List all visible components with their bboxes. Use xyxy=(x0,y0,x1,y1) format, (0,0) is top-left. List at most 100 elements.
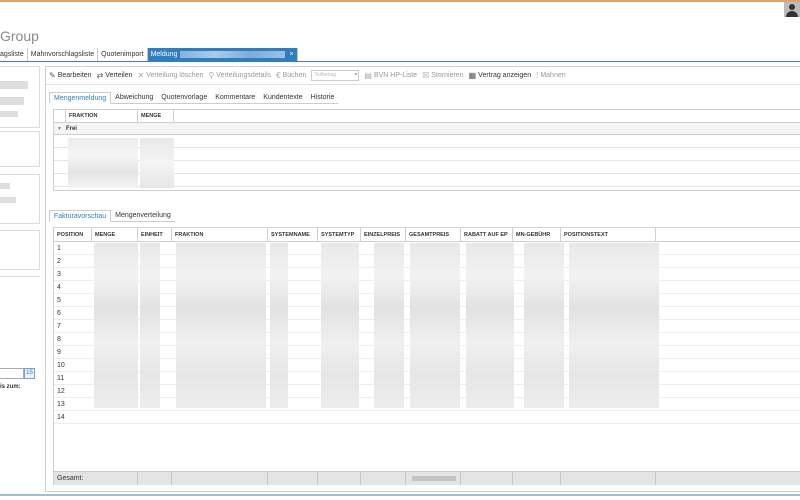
col-einheit[interactable]: EINHEIT xyxy=(138,228,172,242)
distribute-button[interactable]: ⇄ Verteilen xyxy=(97,71,133,80)
group-row-frei[interactable]: ▼ Frei xyxy=(54,123,800,135)
position-cell: 14 xyxy=(57,414,65,421)
col-menge[interactable]: MENGE xyxy=(138,110,174,123)
calendar-icon[interactable]: 15 xyxy=(24,368,35,379)
tab-abweichung[interactable]: Abweichung xyxy=(111,92,157,104)
bottom-tabs: Fakturavorschau Mengenverteilung xyxy=(49,210,175,222)
redacted-values xyxy=(524,243,564,408)
col-mn-gebuehr[interactable]: MN-GEBÜHR xyxy=(513,228,561,242)
position-cell: 13 xyxy=(57,401,65,408)
tab-kundentexte[interactable]: Kundentexte xyxy=(259,92,306,104)
position-cell: 6 xyxy=(57,310,61,317)
doc-tab-meldung-label: Meldung xyxy=(150,51,178,58)
col-fraktion[interactable]: FRAKTION xyxy=(172,228,268,242)
tab-quotenvorlage[interactable]: Quotenvorlage xyxy=(157,92,211,104)
position-cell: 2 xyxy=(57,258,61,265)
doc-tab-agsliste[interactable]: agsliste xyxy=(0,48,28,61)
redacted-values xyxy=(270,243,288,408)
col-systemname[interactable]: SYSTEMNAME xyxy=(268,228,318,242)
totals-row: Gesamt: xyxy=(54,471,800,485)
col-einzelpreis[interactable]: EINZELPREIS xyxy=(361,228,406,242)
position-cell: 4 xyxy=(57,284,61,291)
total-label: Gesamt: xyxy=(54,472,138,485)
date-field[interactable] xyxy=(0,368,24,379)
col-gesamtpreis[interactable]: GESAMTPREIS xyxy=(406,228,461,242)
col-menge[interactable]: MENGE xyxy=(92,228,138,242)
top-accent-line xyxy=(0,0,800,2)
quantity-grid: FRAKTION MENGE ▼ Frei xyxy=(53,109,800,191)
tab-kommentare[interactable]: Kommentare xyxy=(211,92,259,104)
bottom-accent-line xyxy=(0,494,800,496)
collapse-icon[interactable]: ▼ xyxy=(57,126,62,132)
left-info-box-3 xyxy=(0,174,40,224)
position-cell: 11 xyxy=(57,375,65,382)
tab-fakturavorschau[interactable]: Fakturavorschau xyxy=(49,210,112,222)
redacted-text xyxy=(180,51,286,58)
pencil-icon: ✎ xyxy=(49,71,56,80)
tab-mengenmeldung[interactable]: Mengenmeldung xyxy=(49,92,112,104)
edit-button[interactable]: ✎ Bearbeiten xyxy=(49,71,92,80)
position-cell: 3 xyxy=(57,271,61,278)
position-cell: 1 xyxy=(57,245,61,252)
toolbar: ✎ Bearbeiten ⇄ Verteilen ✕ Verteilung lösch… xyxy=(46,67,800,85)
split-icon: ⇄ xyxy=(96,71,104,80)
dunning-button[interactable]: ! Mahnen xyxy=(536,71,566,80)
redacted-values xyxy=(176,243,266,408)
table-row[interactable]: 14 xyxy=(54,411,800,424)
euro-icon: € xyxy=(276,71,281,80)
date-label: is zum: xyxy=(0,384,21,390)
redacted-values xyxy=(140,138,174,188)
doc-tab-quotenimport[interactable]: Quotenimport xyxy=(98,48,148,61)
redacted-values xyxy=(374,243,404,408)
document-tabs: agsliste Mahnvorschlagsliste Quotenimpor… xyxy=(0,48,800,62)
redacted-values xyxy=(569,243,659,408)
redacted-values xyxy=(68,138,138,188)
doc-tab-meldung[interactable]: Meldung × xyxy=(147,48,298,61)
left-info-box-2 xyxy=(0,131,40,167)
invoice-grid-header: POSITION MENGE EINHEIT FRAKTION SYSTEMNA… xyxy=(54,228,800,242)
delete-distribution-button[interactable]: ✕ Verteilung löschen xyxy=(138,71,204,80)
redacted-values xyxy=(140,243,160,408)
quantity-grid-header: FRAKTION MENGE xyxy=(54,110,800,123)
redacted-values xyxy=(410,243,460,408)
document-icon: ▦ xyxy=(468,71,477,80)
col-systemtyp[interactable]: SYSTEMTYP xyxy=(318,228,361,242)
left-panel: 15 is zum: xyxy=(0,66,42,492)
distribution-details-button[interactable]: ⚲ Verteilungsdetails xyxy=(208,71,271,80)
close-icon[interactable]: × xyxy=(289,48,293,61)
search-icon: ⚲ xyxy=(208,71,215,80)
position-cell: 9 xyxy=(57,349,61,356)
amount-select[interactable]: Teilbetrag xyxy=(311,70,360,81)
redacted-values xyxy=(321,243,359,408)
col-positionstext[interactable]: POSITIONSTEXT xyxy=(561,228,656,242)
left-info-box-1 xyxy=(0,66,40,128)
col-position[interactable]: POSITION xyxy=(54,228,92,242)
user-avatar[interactable] xyxy=(784,2,800,17)
cancel-icon: ☒ xyxy=(422,71,430,80)
position-cell: 5 xyxy=(57,297,61,304)
position-cell: 10 xyxy=(57,362,65,369)
bvn-list-button[interactable]: ▤ BVN HP-Liste xyxy=(364,71,417,80)
left-info-box-4 xyxy=(0,230,40,270)
invoice-preview-grid: POSITION MENGE EINHEIT FRAKTION SYSTEMNA… xyxy=(53,227,800,485)
main-panel: ✎ Bearbeiten ⇄ Verteilen ✕ Verteilung lösch… xyxy=(45,66,800,492)
col-rabatt[interactable]: RABATT AUF EP xyxy=(461,228,513,242)
position-cell: 8 xyxy=(57,336,61,343)
list-icon: ▤ xyxy=(364,71,372,80)
redacted-values xyxy=(94,243,138,408)
show-contract-button[interactable]: ▦ Vertrag anzeigen xyxy=(469,71,532,80)
tab-historie[interactable]: Historie xyxy=(307,92,339,104)
delete-icon: ✕ xyxy=(137,71,145,80)
book-button[interactable]: € Buchen xyxy=(276,71,306,80)
cancel-button[interactable]: ☒ Stornieren xyxy=(422,71,463,80)
position-cell: 12 xyxy=(57,388,65,395)
group-label: Frei xyxy=(65,126,77,132)
tab-mengenverteilung[interactable]: Mengenverteilung xyxy=(111,210,175,222)
top-tabs: Mengenmeldung Abweichung Quotenvorlage K… xyxy=(49,92,339,104)
col-fraktion[interactable]: FRAKTION xyxy=(66,110,138,123)
total-value xyxy=(406,472,461,485)
position-cell: 7 xyxy=(57,323,61,330)
doc-tab-mahnvorschlagsliste[interactable]: Mahnvorschlagsliste xyxy=(27,48,99,61)
redacted-values xyxy=(466,243,514,408)
left-info-box-5 xyxy=(0,276,40,368)
